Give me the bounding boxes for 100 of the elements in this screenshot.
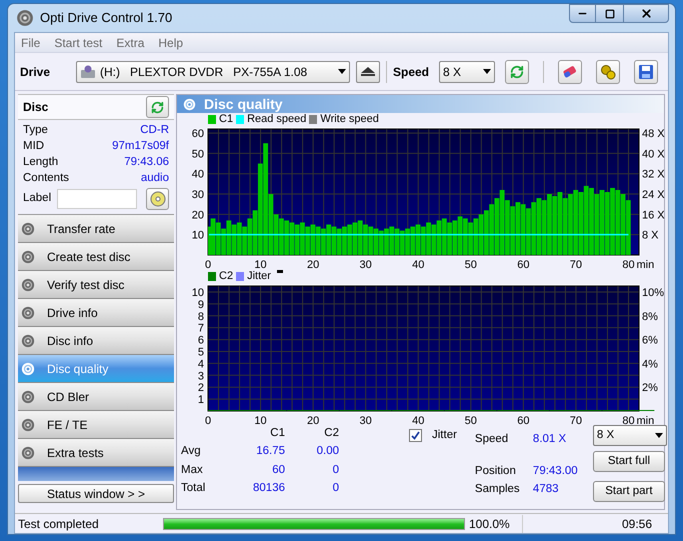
- eject-icon: [361, 67, 375, 76]
- axis-tick-label: 24 X: [642, 189, 665, 202]
- disc-icon: [21, 390, 35, 404]
- info-label: Length: [23, 154, 58, 170]
- refresh-button[interactable]: [146, 96, 169, 118]
- stat-value: 80136: [252, 480, 285, 496]
- jitter-checkbox[interactable]: [409, 429, 422, 442]
- close-button[interactable]: [623, 4, 669, 23]
- minimize-button[interactable]: [569, 4, 596, 23]
- check-icon: [411, 431, 420, 440]
- axis-tick-label: 20: [307, 259, 320, 270]
- axis-tick-label: 30: [192, 189, 204, 202]
- maximize-icon: [604, 8, 614, 18]
- eject-button[interactable]: [356, 60, 380, 82]
- axis-tick-label: 10: [192, 230, 204, 242]
- axis-tick-label: 0: [204, 415, 212, 425]
- caret-icon: [483, 69, 492, 74]
- axis-tick-label: 8: [198, 310, 204, 323]
- sidebar-item[interactable]: CD Bler: [18, 383, 174, 411]
- axis-tick-label: 50: [464, 259, 477, 270]
- menu-item[interactable]: Extra: [116, 34, 144, 52]
- speed-dropdown[interactable]: 8 X: [592, 425, 667, 446]
- maximize-button[interactable]: [596, 4, 623, 23]
- disc-icon: [183, 98, 196, 110]
- menu-item[interactable]: Help: [158, 34, 184, 52]
- axis-tick-label: 50: [192, 148, 204, 160]
- disc-icon: [21, 446, 35, 460]
- axis-tick-label: 40: [192, 168, 204, 181]
- disc-icon: [21, 222, 35, 236]
- axis-tick-label: 8%: [642, 310, 658, 323]
- info-value: CD-R: [140, 122, 169, 138]
- caret-icon: [654, 433, 663, 438]
- column-header: C2: [323, 426, 339, 441]
- save-button[interactable]: [634, 60, 658, 84]
- refresh-button[interactable]: [505, 60, 530, 84]
- refresh-icon: [510, 64, 524, 78]
- axis-tick-label: 4%: [642, 358, 658, 370]
- speed-dropdown[interactable]: 8 X: [439, 60, 496, 82]
- stat-value: 0.00: [316, 444, 339, 460]
- disc-icon: [21, 418, 35, 432]
- drive-dropdown[interactable]: (H:) PLEXTOR DVDR PX-755A 1.08: [76, 60, 350, 82]
- column-header: C1: [269, 426, 285, 441]
- axis-tick-label: 6%: [642, 334, 658, 347]
- disc-icon: [21, 306, 35, 320]
- axis-tick-label: 50: [464, 415, 477, 425]
- info-value: 79:43.00: [532, 464, 579, 480]
- erase-button[interactable]: [558, 60, 582, 84]
- disc-button[interactable]: [146, 188, 169, 210]
- axis-tick-label: 10%: [642, 286, 664, 299]
- info-value: 8.01 X: [532, 432, 568, 447]
- menu-item[interactable]: Start test: [54, 34, 102, 52]
- axis-tick-label: 4: [198, 358, 204, 370]
- disc-icon: [21, 250, 35, 264]
- axis-tick-label: 30: [360, 259, 372, 270]
- status-text: Test completed: [17, 516, 100, 532]
- sidebar-item[interactable]: Verify test disc: [18, 271, 174, 299]
- close-icon: [640, 7, 652, 20]
- axis-tick-label: 40: [412, 415, 424, 425]
- disc-icon: [21, 362, 35, 376]
- stat-value: 16.75: [255, 444, 285, 460]
- sidebar-item[interactable]: Disc info: [18, 327, 174, 355]
- info-label: Speed: [474, 432, 510, 447]
- progress-percent: 100.0%: [465, 514, 523, 532]
- axis-tick-label: 40: [412, 259, 424, 270]
- axis-tick-label: 16 X: [642, 209, 665, 222]
- stat-value: 0: [332, 462, 339, 478]
- info-label: Position: [474, 464, 517, 480]
- axis-tick-label: 32 X: [642, 168, 665, 181]
- row-label: Avg: [181, 444, 202, 460]
- sidebar-item[interactable]: Drive info: [18, 299, 174, 327]
- info-label: Type: [23, 122, 48, 138]
- sidebar-item[interactable]: Transfer rate: [18, 215, 174, 243]
- axis-tick-label: 70: [570, 415, 582, 425]
- sidebar-item[interactable]: Create test disc: [18, 243, 174, 271]
- axis-tick-label: 2%: [642, 382, 658, 394]
- label-field-label: Label: [23, 191, 52, 206]
- start-button[interactable]: Start part: [592, 481, 665, 502]
- legend-marker: [276, 270, 283, 273]
- axis-tick-label: 9: [198, 298, 204, 311]
- window-title: Opti Drive Control 1.70: [40, 9, 172, 28]
- legend-label: C1: [219, 113, 234, 125]
- info-value: audio: [140, 170, 169, 186]
- settings-button[interactable]: [596, 60, 620, 84]
- status-window-button[interactable]: Status window > >: [18, 484, 174, 503]
- axis-tick-label: 2: [198, 382, 204, 394]
- sidebar-item[interactable]: Extra tests: [18, 439, 174, 467]
- info-label: MID: [23, 138, 44, 154]
- menu-item[interactable]: File: [21, 34, 40, 52]
- panel-title: Disc quality: [204, 94, 283, 114]
- info-value: 79:43.06: [124, 154, 169, 170]
- cd-icon: [150, 191, 166, 207]
- axis-label: min: [636, 259, 654, 270]
- sidebar-item[interactable]: FE / TE: [18, 411, 174, 439]
- stat-value: 60: [271, 462, 285, 478]
- refresh-icon: [151, 100, 164, 114]
- label-input[interactable]: [57, 189, 137, 209]
- drive-label: Drive: [20, 64, 52, 80]
- start-button[interactable]: Start full: [592, 451, 665, 472]
- app-disc-icon: [16, 9, 34, 27]
- axis-tick-label: 48 X: [642, 128, 665, 140]
